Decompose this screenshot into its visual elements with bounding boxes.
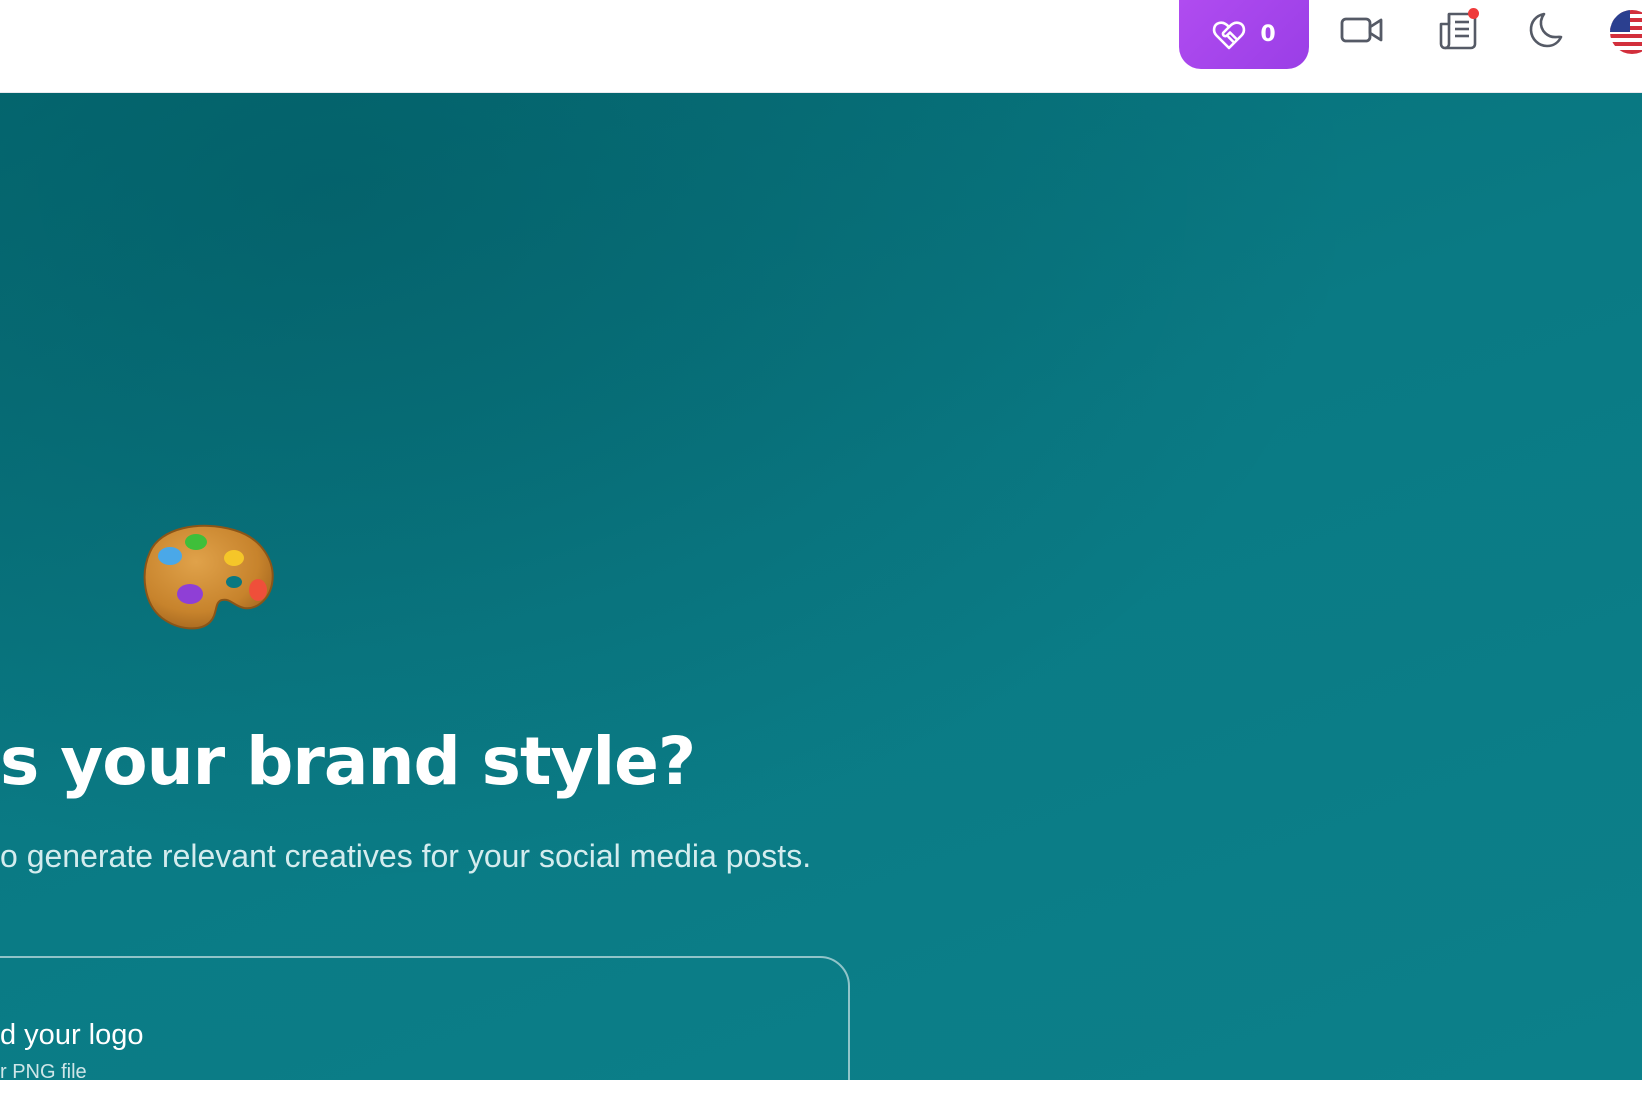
credits-button[interactable]: 0 <box>1179 0 1309 69</box>
moon-icon <box>1527 10 1567 55</box>
artist-palette-icon <box>138 522 278 632</box>
page-subtitle: o generate relevant creatives for your s… <box>0 838 812 874</box>
news-button[interactable] <box>1435 8 1483 56</box>
heart-handshake-icon <box>1212 20 1246 50</box>
us-flag-icon <box>1610 10 1642 54</box>
video-camera-icon <box>1340 15 1384 50</box>
notification-dot <box>1468 8 1479 19</box>
upload-title: d your logo <box>0 1019 144 1051</box>
credits-count: 0 <box>1260 22 1276 47</box>
language-selector[interactable] <box>1610 10 1642 54</box>
page-title: s your brand style? <box>0 723 696 800</box>
upload-hint: r PNG file <box>0 1061 87 1083</box>
theme-toggle-button[interactable] <box>1523 8 1571 56</box>
video-tutorials-button[interactable] <box>1338 8 1386 56</box>
top-navigation-bar: 0 <box>0 0 1642 93</box>
